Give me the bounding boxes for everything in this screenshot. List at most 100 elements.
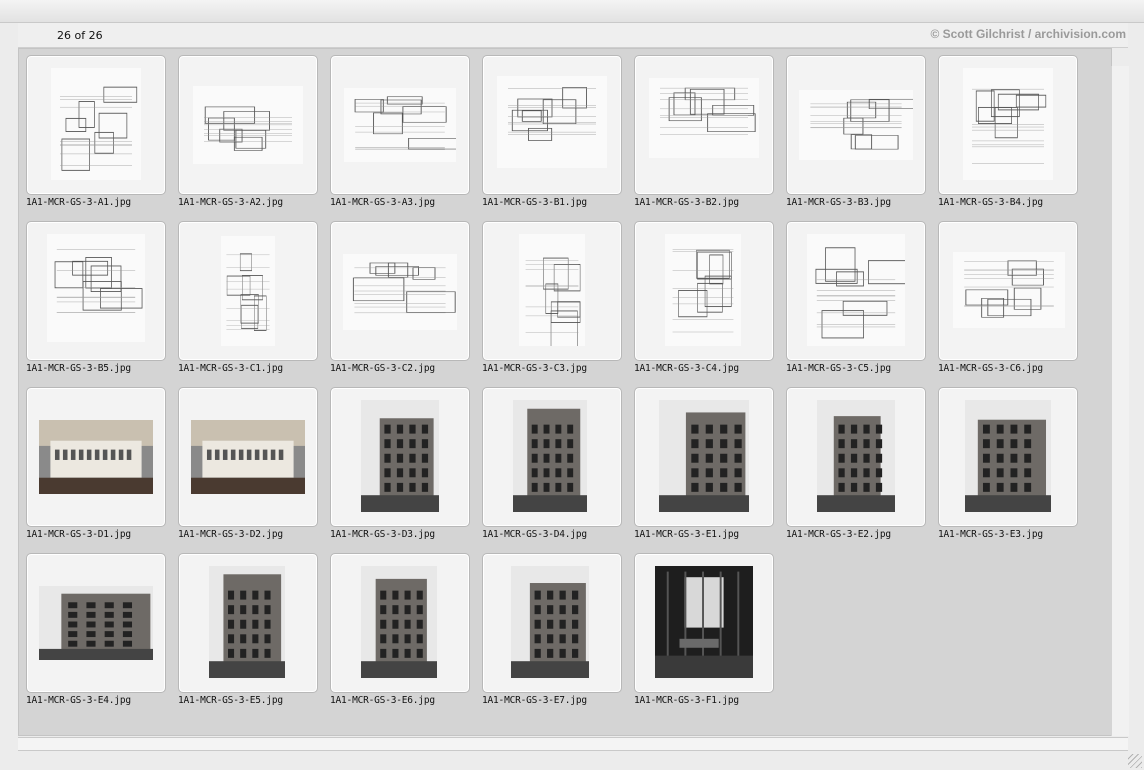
thumbnail-card[interactable] [634,221,774,361]
thumbnail-filename[interactable]: 1A1-MCR-GS-3-B4.jpg [938,197,1088,208]
thumbnail-card[interactable] [938,221,1078,361]
thumbnail-card[interactable] [482,553,622,693]
thumbnail-card[interactable] [634,55,774,195]
thumbnail-card[interactable] [482,55,622,195]
thumbnail-image[interactable] [513,400,587,512]
thumbnail-card[interactable] [786,55,926,195]
thumbnail-filename[interactable]: 1A1-MCR-GS-3-C6.jpg [938,363,1088,374]
thumbnail-image[interactable] [193,86,303,164]
thumbnail-card[interactable] [178,387,318,527]
thumbnail-image[interactable] [665,234,741,346]
thumbnail-item[interactable]: 1A1-MCR-GS-3-D3.jpg [330,387,470,547]
thumbnail-image[interactable] [209,566,285,678]
thumbnail-filename[interactable]: 1A1-MCR-GS-3-B1.jpg [482,197,632,208]
thumbnail-card[interactable] [330,553,470,693]
thumbnail-item[interactable]: 1A1-MCR-GS-3-F1.jpg [634,553,774,713]
thumbnail-filename[interactable]: 1A1-MCR-GS-3-B2.jpg [634,197,784,208]
thumbnail-card[interactable] [786,387,926,527]
thumbnail-card[interactable] [938,387,1078,527]
thumbnail-filename[interactable]: 1A1-MCR-GS-3-E7.jpg [482,695,632,706]
thumbnail-image[interactable] [39,420,153,494]
thumbnail-image[interactable] [343,254,457,330]
vertical-scrollbar[interactable] [1111,66,1129,736]
thumbnail-image[interactable] [965,400,1051,512]
thumbnail-filename[interactable]: 1A1-MCR-GS-3-C3.jpg [482,363,632,374]
thumbnail-card[interactable] [26,221,166,361]
thumbnail-image[interactable] [51,68,141,180]
thumbnail-image[interactable] [39,586,153,660]
thumbnail-image[interactable] [497,76,607,168]
thumbnail-filename[interactable]: 1A1-MCR-GS-3-C1.jpg [178,363,328,374]
thumbnail-item[interactable]: 1A1-MCR-GS-3-C6.jpg [938,221,1078,381]
thumbnail-filename[interactable]: 1A1-MCR-GS-3-D4.jpg [482,529,632,540]
thumbnail-card[interactable] [330,387,470,527]
thumbnail-item[interactable]: 1A1-MCR-GS-3-C3.jpg [482,221,622,381]
thumbnail-image[interactable] [519,234,585,346]
thumbnail-item[interactable]: 1A1-MCR-GS-3-E2.jpg [786,387,926,547]
thumbnail-item[interactable]: 1A1-MCR-GS-3-E4.jpg [26,553,166,713]
thumbnail-filename[interactable]: 1A1-MCR-GS-3-B3.jpg [786,197,936,208]
thumbnail-filename[interactable]: 1A1-MCR-GS-3-F1.jpg [634,695,784,706]
thumbnail-filename[interactable]: 1A1-MCR-GS-3-A2.jpg [178,197,328,208]
thumbnail-card[interactable] [26,553,166,693]
thumbnail-item[interactable]: 1A1-MCR-GS-3-C2.jpg [330,221,470,381]
thumbnail-item[interactable]: 1A1-MCR-GS-3-E1.jpg [634,387,774,547]
thumbnail-item[interactable]: 1A1-MCR-GS-3-B5.jpg [26,221,166,381]
thumbnail-card[interactable] [482,387,622,527]
thumbnail-card[interactable] [482,221,622,361]
thumbnail-card[interactable] [330,221,470,361]
thumbnail-image[interactable] [221,236,275,346]
thumbnail-filename[interactable]: 1A1-MCR-GS-3-E5.jpg [178,695,328,706]
thumbnail-filename[interactable]: 1A1-MCR-GS-3-E1.jpg [634,529,784,540]
thumbnail-image[interactable] [511,566,589,678]
thumbnail-filename[interactable]: 1A1-MCR-GS-3-D2.jpg [178,529,328,540]
thumbnail-filename[interactable]: 1A1-MCR-GS-3-C4.jpg [634,363,784,374]
thumbnail-item[interactable]: 1A1-MCR-GS-3-D4.jpg [482,387,622,547]
thumbnail-filename[interactable]: 1A1-MCR-GS-3-D1.jpg [26,529,176,540]
thumbnail-card[interactable] [938,55,1078,195]
thumbnail-item[interactable]: 1A1-MCR-GS-3-B3.jpg [786,55,926,215]
thumbnail-filename[interactable]: 1A1-MCR-GS-3-C2.jpg [330,363,480,374]
resize-grip-icon[interactable] [1128,754,1142,768]
thumbnail-image[interactable] [47,234,145,342]
thumbnail-filename[interactable]: 1A1-MCR-GS-3-C5.jpg [786,363,936,374]
thumbnail-item[interactable]: 1A1-MCR-GS-3-E6.jpg [330,553,470,713]
thumbnail-image[interactable] [659,400,749,512]
thumbnail-filename[interactable]: 1A1-MCR-GS-3-A1.jpg [26,197,176,208]
thumbnail-filename[interactable]: 1A1-MCR-GS-3-E3.jpg [938,529,1088,540]
horizontal-scrollbar[interactable] [18,737,1128,751]
thumbnail-item[interactable]: 1A1-MCR-GS-3-C4.jpg [634,221,774,381]
thumbnail-card[interactable] [26,55,166,195]
thumbnail-filename[interactable]: 1A1-MCR-GS-3-D3.jpg [330,529,480,540]
thumbnail-image[interactable] [817,400,895,512]
thumbnail-image[interactable] [807,234,905,346]
thumbnail-image[interactable] [344,88,456,162]
thumbnail-image[interactable] [649,78,759,158]
thumbnail-item[interactable]: 1A1-MCR-GS-3-A2.jpg [178,55,318,215]
thumbnail-item[interactable]: 1A1-MCR-GS-3-E5.jpg [178,553,318,713]
thumbnail-item[interactable]: 1A1-MCR-GS-3-B2.jpg [634,55,774,215]
thumbnail-item[interactable]: 1A1-MCR-GS-3-C1.jpg [178,221,318,381]
thumbnail-filename[interactable]: 1A1-MCR-GS-3-E2.jpg [786,529,936,540]
thumbnail-image[interactable] [953,252,1065,328]
thumbnail-card[interactable] [634,553,774,693]
thumbnail-image[interactable] [361,566,437,678]
thumbnail-card[interactable] [26,387,166,527]
thumbnail-item[interactable]: 1A1-MCR-GS-3-C5.jpg [786,221,926,381]
thumbnail-item[interactable]: 1A1-MCR-GS-3-A1.jpg [26,55,166,215]
thumbnail-item[interactable]: 1A1-MCR-GS-3-D1.jpg [26,387,166,547]
thumbnail-card[interactable] [178,553,318,693]
thumbnail-item[interactable]: 1A1-MCR-GS-3-A3.jpg [330,55,470,215]
thumbnail-image[interactable] [655,566,753,678]
thumbnail-item[interactable]: 1A1-MCR-GS-3-B4.jpg [938,55,1078,215]
thumbnail-filename[interactable]: 1A1-MCR-GS-3-B5.jpg [26,363,176,374]
thumbnail-card[interactable] [330,55,470,195]
thumbnail-item[interactable]: 1A1-MCR-GS-3-D2.jpg [178,387,318,547]
thumbnail-image[interactable] [799,90,913,160]
thumbnail-item[interactable]: 1A1-MCR-GS-3-E7.jpg [482,553,622,713]
thumbnail-card[interactable] [634,387,774,527]
thumbnail-card[interactable] [178,221,318,361]
thumbnail-item[interactable]: 1A1-MCR-GS-3-B1.jpg [482,55,622,215]
thumbnail-filename[interactable]: 1A1-MCR-GS-3-E4.jpg [26,695,176,706]
thumbnail-image[interactable] [963,68,1053,180]
